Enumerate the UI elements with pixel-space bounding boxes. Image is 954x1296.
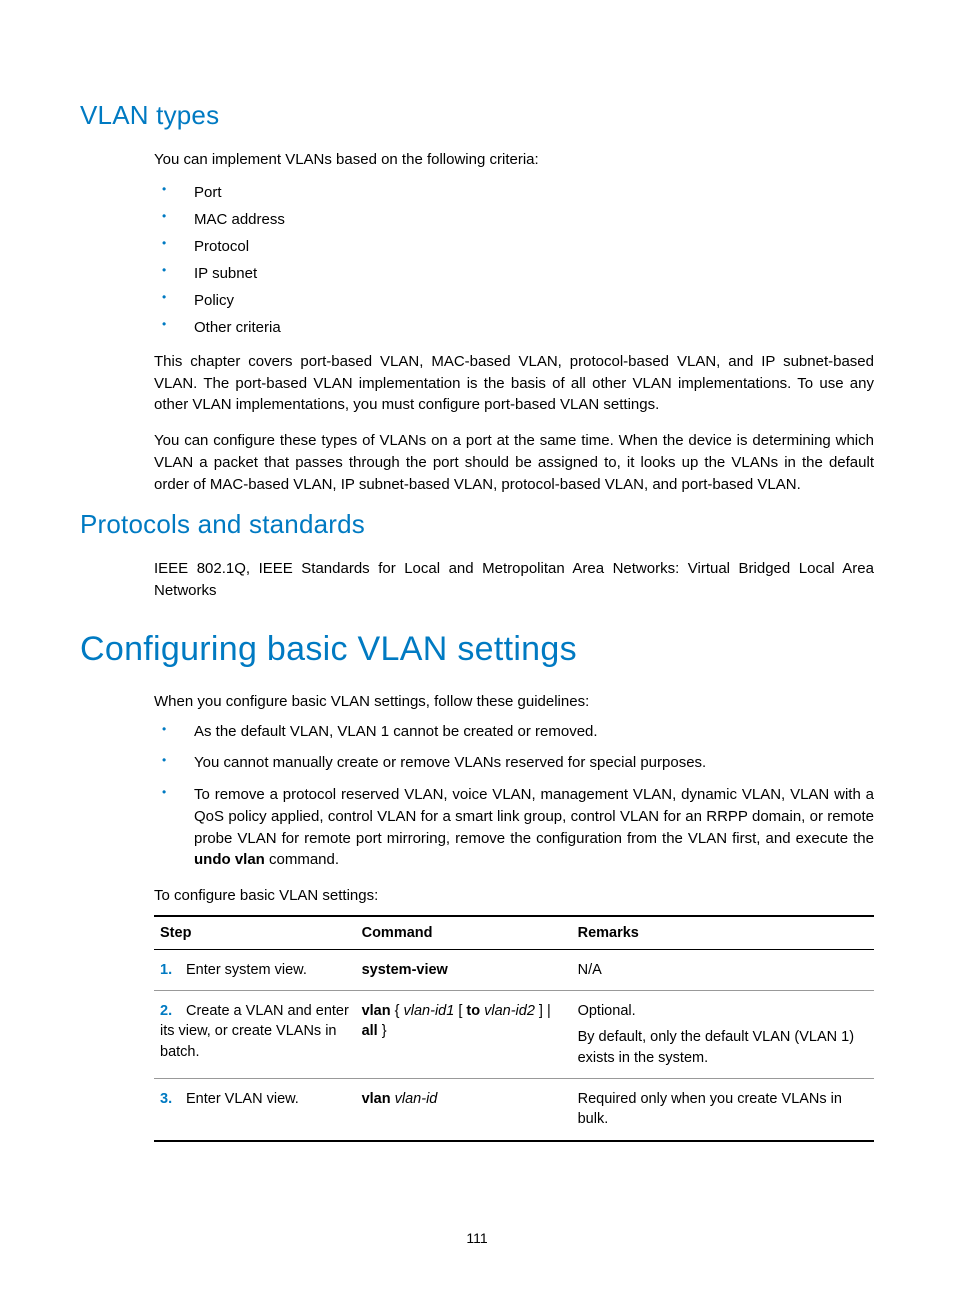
block-configuring: When you configure basic VLAN settings, … — [80, 691, 874, 1142]
cell-step: 1.Enter system view. — [154, 949, 356, 990]
cell-command: vlan vlan-id — [356, 1078, 572, 1140]
step-number: 2. — [160, 1001, 186, 1021]
heading-configuring: Configuring basic VLAN settings — [80, 630, 874, 669]
list-item: You cannot manually create or remove VLA… — [154, 752, 874, 774]
text-fragment: command. — [265, 851, 339, 868]
text-vlan-intro: You can implement VLANs based on the fol… — [154, 149, 874, 171]
list-item: Protocol — [154, 233, 874, 260]
list-item: IP subnet — [154, 260, 874, 287]
text-fragment: { — [391, 1003, 404, 1019]
cell-remarks: N/A — [572, 949, 874, 990]
cell-command: vlan { vlan-id1 [ to vlan-id2 ] | all } — [356, 991, 572, 1079]
table-header-remarks: Remarks — [572, 916, 874, 950]
heading-protocols: Protocols and standards — [80, 509, 874, 540]
table-row: 1.Enter system view. system-view N/A — [154, 949, 874, 990]
block-vlan-types: You can implement VLANs based on the fol… — [80, 149, 874, 495]
remarks-line: By default, only the default VLAN (VLAN … — [578, 1027, 868, 1068]
text-paragraph: This chapter covers port-based VLAN, MAC… — [154, 351, 874, 416]
cell-step: 2.Create a VLAN and enter its view, or c… — [154, 991, 356, 1079]
text-fragment: ] | — [535, 1003, 551, 1019]
cell-remarks: Required only when you create VLANs in b… — [572, 1078, 874, 1140]
block-protocols: IEEE 802.1Q, IEEE Standards for Local an… — [80, 558, 874, 602]
list-vlan-criteria: Port MAC address Protocol IP subnet Poli… — [154, 179, 874, 341]
cell-step: 3.Enter VLAN view. — [154, 1078, 356, 1140]
step-text: Enter VLAN view. — [186, 1091, 299, 1107]
step-number: 1. — [160, 960, 186, 980]
table-row: 3.Enter VLAN view. vlan vlan-id Required… — [154, 1078, 874, 1140]
text-paragraph: IEEE 802.1Q, IEEE Standards for Local an… — [154, 558, 874, 602]
remarks-line: Optional. — [578, 1001, 868, 1021]
text-fragment: } — [378, 1023, 387, 1039]
command-arg: vlan-id1 — [404, 1003, 455, 1019]
cell-command: system-view — [356, 949, 572, 990]
command-arg: vlan-id — [395, 1091, 438, 1107]
list-item: To remove a protocol reserved VLAN, voic… — [154, 784, 874, 871]
config-table: Step Command Remarks 1.Enter system view… — [154, 915, 874, 1142]
command-text: to — [466, 1003, 480, 1019]
text-fragment: [ — [454, 1003, 466, 1019]
page-number: 111 — [0, 1230, 954, 1246]
command-text: all — [362, 1023, 378, 1039]
text-fragment: To remove a protocol reserved VLAN, voic… — [194, 786, 874, 847]
table-header-row: Step Command Remarks — [154, 916, 874, 950]
text-config-intro: When you configure basic VLAN settings, … — [154, 691, 874, 713]
list-guidelines: As the default VLAN, VLAN 1 cannot be cr… — [154, 721, 874, 872]
command-text: vlan — [362, 1091, 391, 1107]
list-item: Policy — [154, 287, 874, 314]
step-text: Enter system view. — [186, 962, 307, 978]
command-text: system-view — [362, 962, 448, 978]
text-table-lead: To configure basic VLAN settings: — [154, 885, 874, 907]
cell-remarks: Optional. By default, only the default V… — [572, 991, 874, 1079]
step-text: Create a VLAN and enter its view, or cre… — [160, 1003, 349, 1060]
content-area: VLAN types You can implement VLANs based… — [80, 100, 874, 1142]
list-item: As the default VLAN, VLAN 1 cannot be cr… — [154, 721, 874, 743]
table-row: 2.Create a VLAN and enter its view, or c… — [154, 991, 874, 1079]
list-item: Port — [154, 179, 874, 206]
step-number: 3. — [160, 1089, 186, 1109]
list-item: Other criteria — [154, 314, 874, 341]
document-page: VLAN types You can implement VLANs based… — [0, 0, 954, 1296]
command-text: vlan — [362, 1003, 391, 1019]
table-header-step: Step — [154, 916, 356, 950]
table-header-command: Command — [356, 916, 572, 950]
command-arg: vlan-id2 — [484, 1003, 535, 1019]
text-paragraph: You can configure these types of VLANs o… — [154, 430, 874, 495]
heading-vlan-types: VLAN types — [80, 100, 874, 131]
command-text: undo vlan — [194, 851, 265, 868]
list-item: MAC address — [154, 206, 874, 233]
